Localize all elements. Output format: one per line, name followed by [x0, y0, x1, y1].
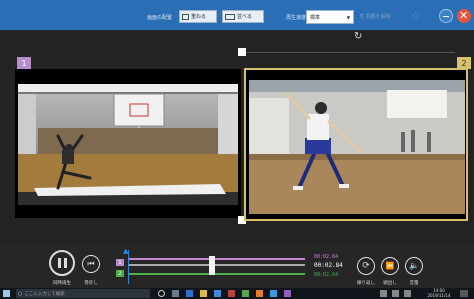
- video2-player[interactable]: [249, 80, 465, 214]
- restart-label: 頭出し: [383, 281, 397, 286]
- cortana-icon[interactable]: [158, 290, 165, 297]
- repeat-icon: ⟳: [362, 260, 370, 271]
- app-icon-red[interactable]: [228, 290, 235, 297]
- skip-back-label: 巻戻し: [84, 281, 98, 286]
- track1-marker: 1: [116, 259, 124, 266]
- file-explorer-icon[interactable]: [200, 290, 207, 297]
- track1[interactable]: [129, 258, 305, 260]
- chevron-down-icon: ▼: [346, 14, 350, 20]
- play-pause-button[interactable]: [49, 250, 75, 276]
- minimize-button[interactable]: [439, 9, 453, 23]
- time-main: 00:02.84: [314, 262, 343, 269]
- taskbar-search-box[interactable]: ○ ここに入力して検索: [16, 289, 150, 298]
- speed-select[interactable]: 標準 ▼: [306, 10, 354, 24]
- time-track1: 00:02.84: [314, 254, 339, 260]
- pause-icon: [58, 258, 61, 268]
- speed-label: 再生速度: [286, 15, 307, 21]
- app-icon-orange[interactable]: [256, 290, 263, 297]
- play-pause-label: 同時再生: [53, 281, 71, 286]
- side-by-side-button[interactable]: 並べる: [222, 10, 264, 23]
- playhead-line: [128, 250, 129, 284]
- tray-icon[interactable]: [380, 290, 387, 297]
- restart-icon: ⏪: [385, 261, 395, 270]
- close-button[interactable]: ✕: [457, 9, 471, 23]
- track2-marker: 2: [116, 270, 124, 277]
- overlay-button[interactable]: 重ねる: [179, 10, 217, 23]
- rotate-icon[interactable]: ↻: [354, 31, 362, 42]
- side-by-side-icon: [225, 13, 235, 20]
- time-track2: 00:02.84: [314, 272, 339, 278]
- overlay-icon: [182, 13, 189, 20]
- video1-number-badge: 1: [17, 57, 31, 69]
- network-icon[interactable]: [392, 290, 399, 297]
- restart-button[interactable]: ⏪: [381, 257, 399, 275]
- notification-icon[interactable]: [460, 290, 468, 297]
- star-icon[interactable]: ☆: [411, 9, 421, 22]
- windows-icon[interactable]: [3, 290, 10, 297]
- layout-label: 画面の配置: [147, 15, 173, 21]
- unsync-button[interactable]: ⎘ 同期を解除: [360, 13, 391, 20]
- speaker-icon[interactable]: [404, 290, 411, 297]
- taskbar-clock[interactable]: 14:00 2019/11/14: [424, 288, 454, 298]
- video1-player[interactable]: [18, 84, 238, 205]
- selection-guide: [241, 52, 455, 53]
- close-icon: ✕: [459, 9, 469, 22]
- app-icon-blue[interactable]: [270, 290, 277, 297]
- skip-back-button[interactable]: ⏮: [82, 255, 100, 273]
- search-icon: ○: [18, 290, 23, 297]
- timeline-slider-thumb[interactable]: [209, 256, 215, 275]
- minimize-icon: [443, 16, 449, 17]
- video2-gym-scene: [249, 80, 465, 214]
- repeat-button[interactable]: ⟳: [357, 257, 375, 275]
- volume-label: 音量: [409, 281, 419, 286]
- video1-gym-scene: [18, 84, 238, 205]
- track2[interactable]: [129, 273, 305, 275]
- app-icon-purple[interactable]: [284, 290, 291, 297]
- edge-icon[interactable]: [186, 290, 193, 297]
- store-icon[interactable]: [214, 290, 221, 297]
- volume-button[interactable]: 🔈: [405, 257, 423, 275]
- app-icon-green[interactable]: [242, 290, 249, 297]
- volume-icon: 🔈: [409, 261, 419, 270]
- track-main[interactable]: [129, 264, 305, 266]
- skip-back-icon: ⏮: [87, 259, 95, 268]
- task-view-icon[interactable]: [172, 290, 179, 297]
- resize-handle-top-left[interactable]: [238, 48, 246, 56]
